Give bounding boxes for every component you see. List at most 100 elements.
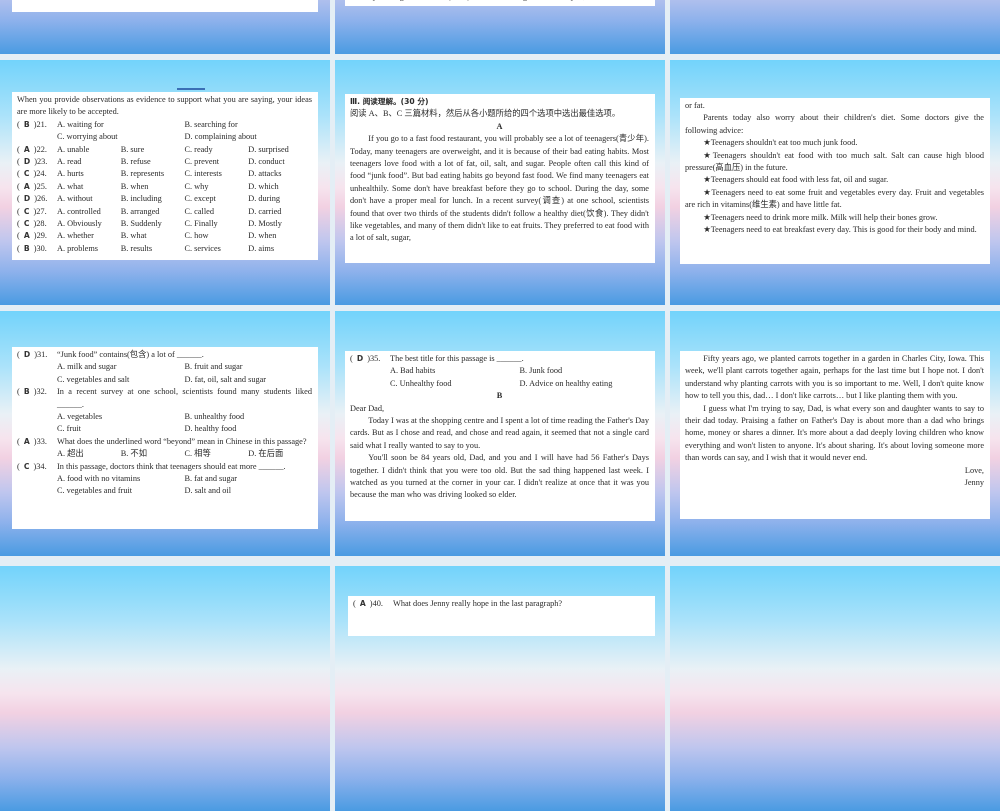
slide-content: ( D )35. The best title for this passage … (345, 351, 655, 521)
answer-option: A. 超出 (57, 449, 84, 459)
question-num: 34. (36, 461, 47, 471)
slide-thumbnail-1[interactable]: C. loud;louderD. louder;too loud (0, 0, 330, 54)
answer-letter: C (23, 169, 30, 179)
answer-option: A. food with no vitamins (57, 474, 141, 484)
answer-options: A. Bad habits B. Junk food C. Unhealthy fo… (390, 365, 649, 390)
slide-thumbnail-3[interactable] (670, 0, 1000, 54)
question-num: 32. (36, 387, 47, 397)
answer-letter: B (23, 243, 30, 253)
slide-thumbnail-8[interactable]: ( D )35. The best title for this passage … (335, 311, 665, 556)
question-item: ( C )28. A. Obviously B. Suddenly C. Finall… (17, 218, 312, 230)
question-num: 27. (36, 206, 47, 216)
answer-option: A. Obviously (57, 219, 102, 229)
answer-option: B. what (120, 231, 147, 241)
answer-options: A. problems B. results C. services D. aims (57, 243, 312, 255)
question-number: ( C )27. (17, 206, 47, 216)
question-number: ( C )34. (17, 461, 47, 471)
question-stem: What does the underlined word “beyond” m… (57, 436, 307, 446)
slide-thumbnail-9[interactable]: Fifty years ago, we planted carrots toge… (670, 311, 1000, 556)
slide-thumbnail-11[interactable]: ( A )40. What does Jenny really hope in t… (335, 566, 665, 811)
question-item: ( D )26. A. without B. including C. except D… (17, 193, 312, 205)
section-heading: A (496, 121, 503, 131)
question-item: ( A )33. What does the underlined word “b… (17, 436, 312, 461)
question-body: A. whether B. what C. how D. when (57, 230, 312, 242)
question-body: In this passage, doctors think that teen… (57, 461, 312, 498)
slide-thumbnail-6[interactable]: or fat. Parents today also worry about th… (670, 60, 1000, 305)
answer-option: D. when (248, 231, 277, 241)
question-body: A. unable B. sure C. ready D. surprised (57, 144, 312, 156)
answer-options: A. what B. when C. why D. which (57, 181, 312, 193)
paragraph: ★Teenagers shouldn't eat food with too m… (685, 150, 984, 173)
answer-letter: A (23, 181, 30, 191)
question-num: 35. (370, 354, 381, 363)
question-number: ( B )30. (17, 243, 47, 253)
question-num: 30. (36, 243, 47, 253)
answer-option: D. Mostly (248, 219, 282, 229)
question-stem: “Junk food” contains(包含) a lot of ______… (57, 350, 204, 359)
question-item: ( C )34. In this passage, doctors think t… (17, 461, 312, 498)
slide-thumbnail-10[interactable] (0, 566, 330, 811)
answer-option: B. refuse (120, 157, 151, 167)
question-number: ( D )31. (17, 350, 48, 359)
question-body: A. Obviously B. Suddenly C. Finally D. Most… (57, 218, 312, 230)
answer-options: A. controlled B. arranged C. called D. carr… (57, 206, 312, 218)
slide-thumbnail-5[interactable]: Ⅲ. 阅读理解。(30 分) 阅读 A、B、C 三篇材料，然后从各小题所给的四个选… (335, 60, 665, 305)
answer-options: A. hurts B. represents C. interests D. atta… (57, 168, 312, 180)
answer-option: A. hurts (57, 169, 84, 179)
question-num: 21. (36, 119, 47, 129)
question-num: 23. (37, 157, 48, 167)
question-num: 25. (36, 181, 47, 191)
question-body: A. problems B. results C. services D. aims (57, 243, 312, 255)
answer-option: A. problems (57, 243, 99, 253)
question-item: ( A )25. A. what B. when C. why D. which (17, 181, 312, 193)
question-number: ( A )22. (17, 144, 47, 154)
question-number: ( B )21. (17, 119, 47, 129)
answer-option: B. including (120, 194, 162, 204)
question-body: A. read B. refuse C. prevent D. conduct (57, 156, 312, 168)
question-number: ( C )28. (17, 219, 47, 229)
answer-option: D. complaining about (184, 132, 257, 142)
question-item: ( C )24. A. hurts B. represents C. interest… (17, 168, 312, 180)
answer-options: A. food with no vitamins B. fat and sugar… (57, 473, 312, 498)
paragraph: Dear Dad, (350, 403, 385, 413)
question-num: 24. (36, 169, 47, 179)
question-num: 31. (37, 350, 48, 359)
answer-options: A. 超出 B. 不如 C. 相等 D. 在后面 (57, 448, 312, 460)
answer-option: A. what (57, 181, 84, 191)
question-item: ( A )22. A. unable B. sure C. ready D. surpr… (17, 144, 312, 156)
slide-content: Fifty years ago, we planted carrots toge… (680, 351, 990, 519)
question-num: 22. (36, 144, 47, 154)
section-heading: B (496, 391, 503, 401)
question-body: “Junk food” contains(包含) a lot of ______… (57, 349, 312, 386)
answer-letter: C (23, 219, 30, 229)
answer-option: B. sure (120, 144, 145, 154)
answer-options: A. without B. including C. except D. during (57, 193, 312, 205)
paragraph: ★Teenagers shouldn't eat too much junk f… (703, 138, 858, 148)
answer-letter: C (23, 206, 30, 216)
answer-option: C. services (184, 243, 221, 253)
slide-thumbnail-2[interactable]: them by making observations(观察) about so… (335, 0, 665, 54)
answer-letter: B (23, 387, 30, 397)
question-body: A. without B. including C. except D. during (57, 193, 312, 205)
answer-option: B. when (120, 181, 149, 191)
answer-option: C. interests (184, 169, 222, 179)
question-number: ( A )25. (17, 181, 47, 191)
question-body: A. hurts B. represents C. interests D. atta… (57, 168, 312, 180)
slide-thumbnail-4[interactable]: When you provide observations as evidenc… (0, 60, 330, 305)
answer-options: A. whether B. what C. how D. when (57, 230, 312, 242)
paragraph: ★Teenagers need to eat breakfast every d… (703, 225, 977, 235)
slide-thumbnail-7[interactable]: ( D )31. “Junk food” contains(包含) a lot o… (0, 311, 330, 556)
paragraph: ★Teenagers need to drink more milk. Milk… (703, 212, 938, 222)
answer-option: D. during (248, 194, 281, 204)
question-item: ( D )35. The best title for this passage … (350, 353, 649, 390)
slide-thumbnail-12[interactable] (670, 566, 1000, 811)
answer-letter: D (23, 194, 31, 204)
question-number: ( B )32. (17, 387, 47, 397)
answer-option: C. vegetables and salt (57, 374, 130, 384)
answer-option: A. without (57, 194, 93, 204)
answer-option: D. conduct (248, 157, 285, 167)
question-item: ( B )21. A. waiting for B. searching for C.… (17, 119, 312, 144)
answer-option: A. controlled (57, 206, 101, 216)
paragraph: When you provide observations as evidenc… (17, 95, 312, 117)
answer-option: D. 在后面 (248, 449, 284, 459)
